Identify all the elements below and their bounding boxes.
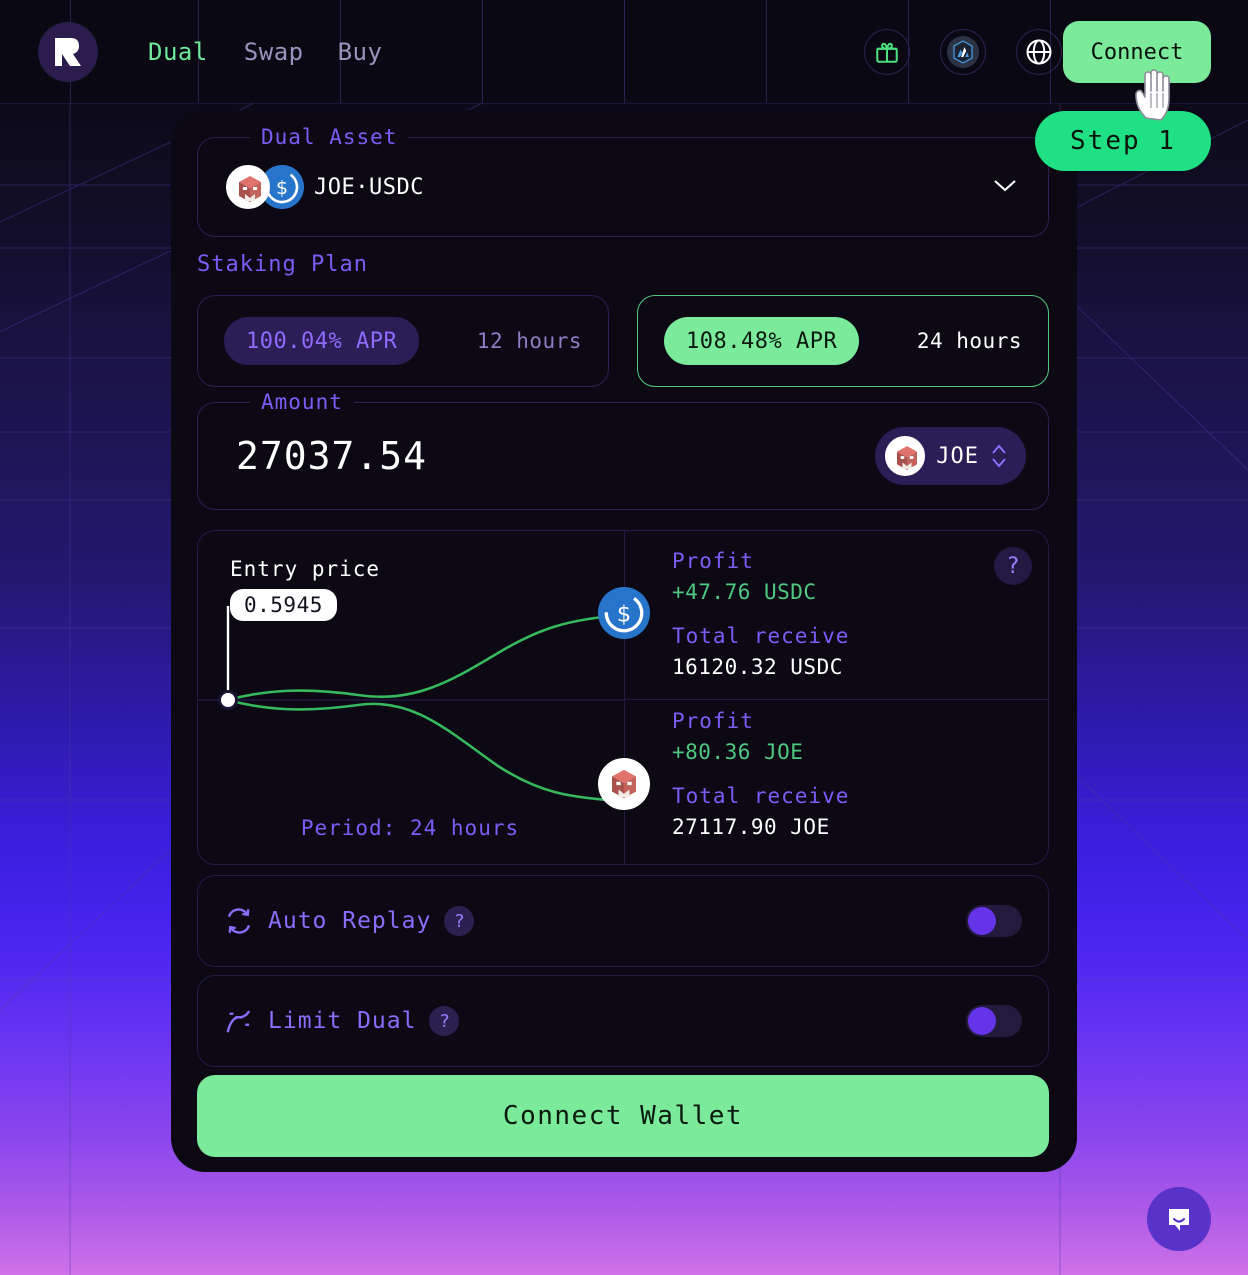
total-receive-label: Total receive xyxy=(672,784,850,808)
period-label: Period: 24 hours xyxy=(300,816,520,840)
limit-dual-toggle[interactable] xyxy=(966,1005,1022,1037)
gift-icon xyxy=(876,42,898,63)
outcome-usdc: Profit +47.76 USDC Total receive 16120.3… xyxy=(672,549,849,679)
plan-duration: 12 hours xyxy=(476,329,582,353)
limit-curve-icon xyxy=(226,1010,251,1033)
chevron-down-icon[interactable] xyxy=(992,177,1018,197)
chat-launcher-button[interactable] xyxy=(1147,1187,1211,1251)
plan-duration: 24 hours xyxy=(916,329,1022,353)
plan-apr-badge: 108.48% APR xyxy=(664,317,860,365)
amount-token-selector[interactable]: JOE xyxy=(875,427,1026,485)
asset-pair-label: JOE·USDC xyxy=(314,174,424,200)
dual-asset-row[interactable]: $ JOE·USDC xyxy=(198,138,1048,236)
profit-value: +80.36 JOE xyxy=(672,740,804,764)
amount-legend: Amount xyxy=(250,390,354,414)
chat-bubble-icon xyxy=(1169,1209,1189,1231)
auto-replay-help-button[interactable]: ? xyxy=(444,906,475,936)
joe-token-icon xyxy=(885,436,926,476)
staking-plan-options: 100.04% APR 12 hours 108.48% APR 24 hour… xyxy=(197,295,1049,387)
header-icon-group xyxy=(864,0,1062,103)
stepper-chevrons-icon[interactable] xyxy=(990,441,1008,471)
payoff-panel: Entry price 0.5945 Period: 24 hours $ Pr… xyxy=(197,530,1049,865)
outcome-joe: Profit +80.36 JOE Total receive 27117.90… xyxy=(672,709,849,839)
payoff-chart xyxy=(198,606,624,803)
header-divider xyxy=(482,0,483,103)
total-receive-value: 16120.32 USDC xyxy=(672,655,843,679)
nav-item-dual[interactable]: Dual xyxy=(148,38,244,66)
svg-text:$: $ xyxy=(617,601,631,627)
selected-token-label: JOE xyxy=(936,443,979,469)
dual-asset-selector[interactable]: Dual Asset $ JOE·USDC xyxy=(197,125,1049,237)
limit-dual-help-button[interactable]: ? xyxy=(429,1006,460,1036)
gift-button[interactable] xyxy=(864,28,910,75)
payoff-vertical-divider xyxy=(624,531,625,864)
connect-wallet-button[interactable]: Connect Wallet xyxy=(197,1075,1049,1157)
chain-selector-button[interactable] xyxy=(940,28,986,75)
header-divider xyxy=(766,0,767,103)
nav-item-buy[interactable]: Buy xyxy=(338,38,413,66)
profit-label: Profit xyxy=(672,709,754,733)
usdc-token-icon: $ xyxy=(598,587,650,639)
plan-option-12h[interactable]: 100.04% APR 12 hours xyxy=(197,295,609,387)
dual-asset-card: Dual Asset $ JOE·USDC Staking Plan 100.0… xyxy=(171,110,1077,1172)
toggle-knob xyxy=(968,907,996,935)
amount-input[interactable]: 27037.54 xyxy=(236,434,427,478)
auto-replay-row: Auto Replay ? xyxy=(197,875,1049,967)
connect-button[interactable]: Connect xyxy=(1063,21,1211,83)
step-badge: Step 1 xyxy=(1035,111,1211,171)
globe-icon xyxy=(1026,39,1052,64)
header-divider xyxy=(624,0,625,103)
rango-logo-icon xyxy=(55,38,81,66)
joe-token-icon xyxy=(226,165,270,209)
profit-value: +47.76 USDC xyxy=(672,580,817,604)
auto-replay-label: Auto Replay xyxy=(268,908,432,934)
entry-price-value: 0.5945 xyxy=(230,589,337,621)
joe-token-icon xyxy=(598,758,650,810)
profit-label: Profit xyxy=(672,549,754,573)
svg-text:$: $ xyxy=(276,177,288,199)
entry-price-label: Entry price xyxy=(230,557,381,581)
app-header: Dual Swap Buy Connect xyxy=(0,0,1248,103)
staking-plan-label: Staking Plan xyxy=(197,252,368,277)
refresh-icon xyxy=(227,908,251,934)
amount-field[interactable]: Amount 27037.54 JOE xyxy=(197,390,1049,510)
plan-apr-badge: 100.04% APR xyxy=(224,317,420,365)
plan-option-24h[interactable]: 108.48% APR 24 hours xyxy=(637,295,1049,387)
token-pair-icons: $ xyxy=(226,165,304,209)
payoff-help-button[interactable]: ? xyxy=(994,547,1032,585)
total-receive-value: 27117.90 JOE xyxy=(672,815,830,839)
total-receive-label: Total receive xyxy=(672,624,850,648)
app-logo[interactable] xyxy=(38,22,98,82)
main-nav: Dual Swap Buy xyxy=(148,0,412,103)
chain-badge-icon xyxy=(947,35,979,68)
limit-dual-row: Limit Dual ? xyxy=(197,975,1049,1067)
toggle-knob xyxy=(968,1007,996,1035)
language-button[interactable] xyxy=(1016,28,1062,75)
auto-replay-toggle[interactable] xyxy=(966,905,1022,937)
limit-dual-label: Limit Dual xyxy=(268,1008,417,1034)
payoff-horizontal-divider xyxy=(624,699,1048,700)
nav-item-swap[interactable]: Swap xyxy=(244,38,338,66)
